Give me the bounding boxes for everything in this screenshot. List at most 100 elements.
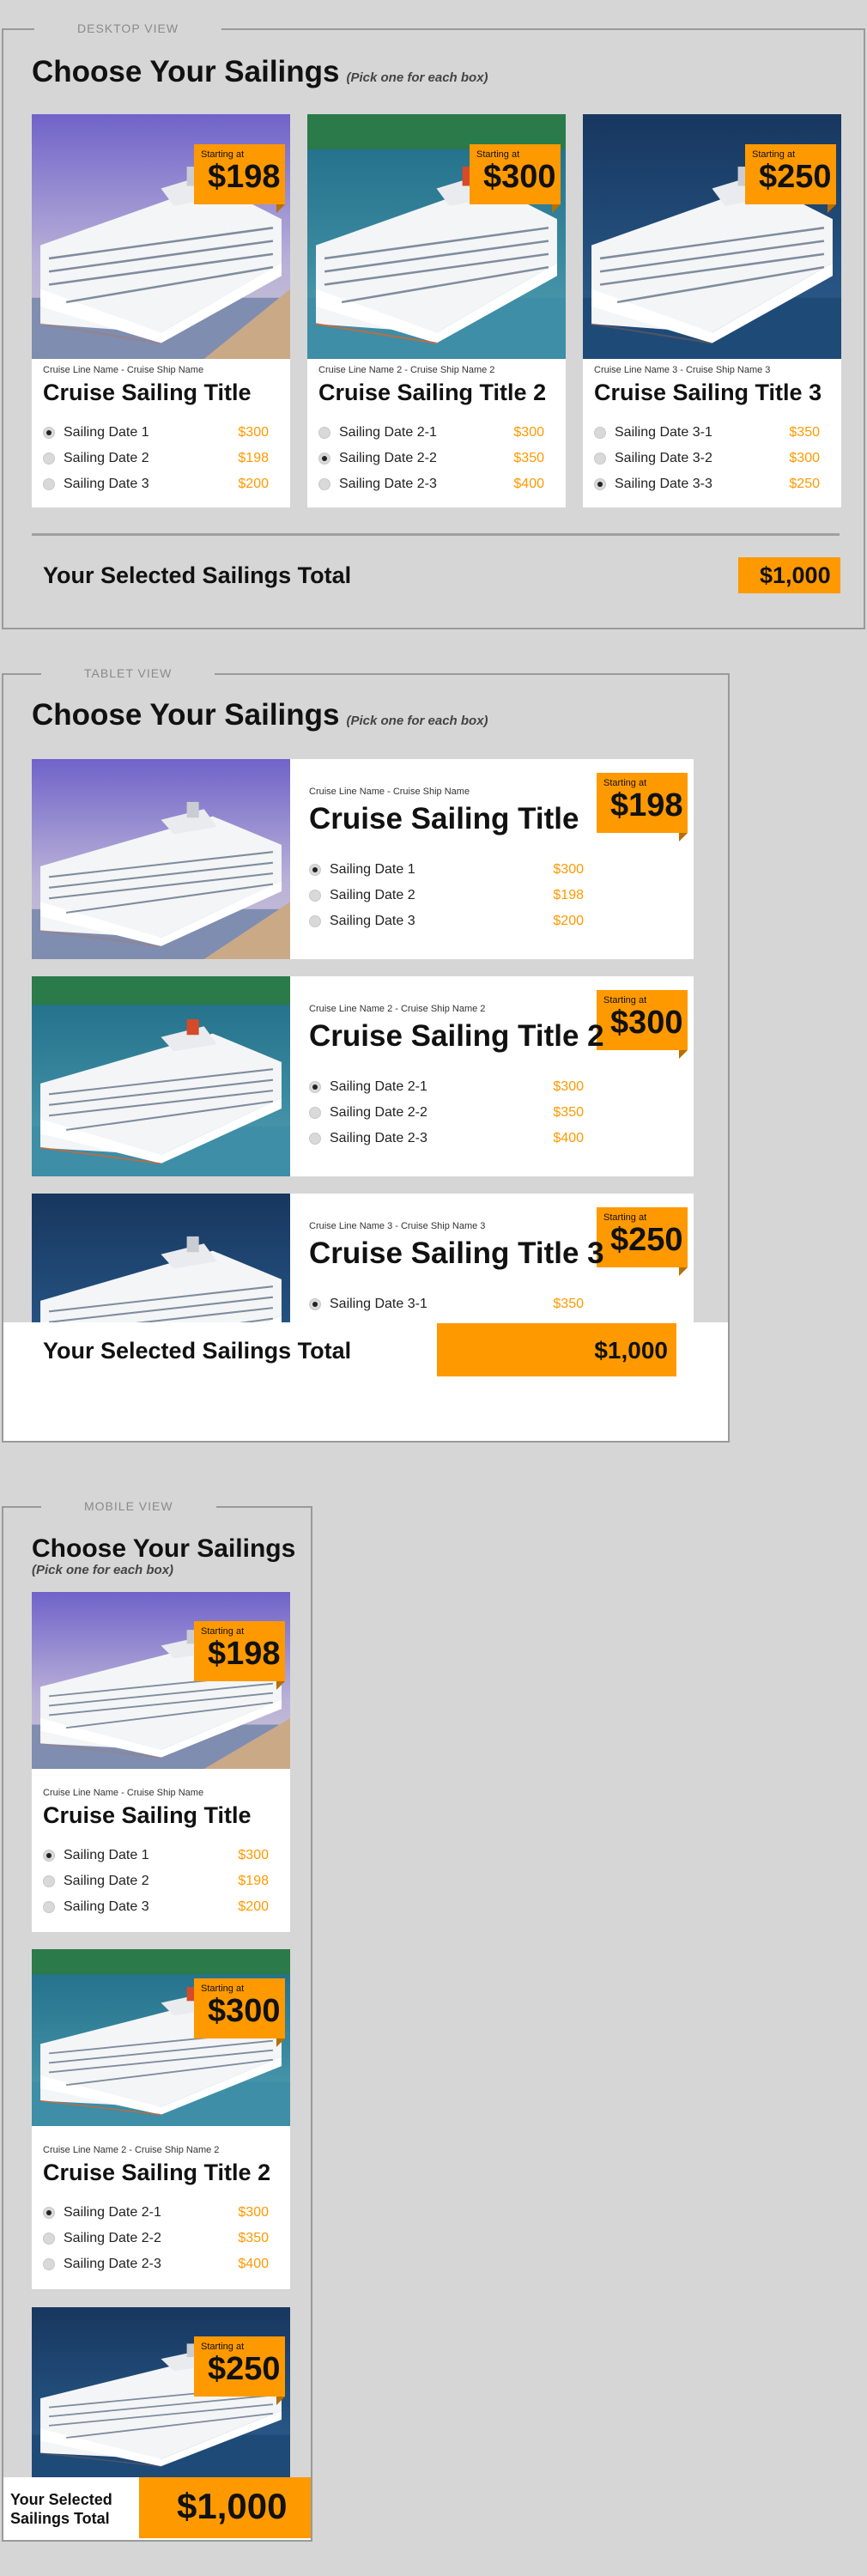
radio-button[interactable] bbox=[309, 890, 321, 902]
sailing-date-label: Sailing Date 1 bbox=[64, 1848, 149, 1862]
price-tag: Starting at $198 bbox=[194, 144, 285, 213]
sailing-date-option[interactable]: Sailing Date 3-2 $300 bbox=[594, 451, 820, 470]
mobile-page-title: Choose Your Sailings bbox=[32, 1534, 296, 1563]
total-value: $1,000 bbox=[738, 557, 840, 593]
cruise-title: Cruise Sailing Title bbox=[43, 1802, 252, 1828]
starting-price: $250 bbox=[610, 1222, 683, 1258]
sailing-date-option[interactable]: Sailing Date 2-1 $300 bbox=[318, 425, 544, 444]
sailing-date-label: Sailing Date 3 bbox=[330, 914, 415, 928]
radio-button[interactable] bbox=[43, 1850, 55, 1862]
radio-button[interactable] bbox=[43, 453, 55, 465]
radio-button[interactable] bbox=[309, 864, 321, 876]
radio-button[interactable] bbox=[43, 427, 55, 439]
sailing-date-option[interactable]: Sailing Date 1 $300 bbox=[43, 1848, 269, 1867]
cruise-line-name: Cruise Line Name - Cruise Ship Name bbox=[309, 787, 470, 797]
tablet-view-label: TABLET VIEW bbox=[41, 666, 215, 680]
radio-button[interactable] bbox=[309, 915, 321, 927]
sailing-date-option[interactable]: Sailing Date 2-1 $300 bbox=[309, 1079, 584, 1098]
radio-button[interactable] bbox=[309, 1107, 321, 1119]
sailing-date-price: $300 bbox=[553, 862, 584, 877]
radio-button[interactable] bbox=[43, 1901, 55, 1913]
sailing-date-label: Sailing Date 2 bbox=[330, 888, 415, 902]
price-tag: Starting at $300 bbox=[470, 144, 561, 213]
sailing-date-option[interactable]: Sailing Date 3-3 $250 bbox=[594, 477, 820, 495]
radio-button[interactable] bbox=[309, 1298, 321, 1310]
sailing-date-price: $300 bbox=[238, 425, 269, 440]
tablet-page-title: Choose Your Sailings (Pick one for each b… bbox=[32, 698, 488, 732]
total-label: Your Selected Sailings Total bbox=[43, 562, 352, 588]
sailing-date-price: $200 bbox=[238, 477, 269, 491]
sailing-date-option[interactable]: Sailing Date 2-2 $350 bbox=[318, 451, 544, 470]
sailing-date-price: $350 bbox=[789, 425, 820, 440]
desktop-view-label: DESKTOP VIEW bbox=[34, 21, 222, 35]
radio-button[interactable] bbox=[43, 2233, 55, 2245]
cruise-line-name: Cruise Line Name - Cruise Ship Name bbox=[43, 365, 204, 375]
sailing-date-option[interactable]: Sailing Date 2-3 $400 bbox=[43, 2257, 269, 2275]
sailing-date-price: $300 bbox=[238, 2205, 269, 2220]
sailing-date-label: Sailing Date 1 bbox=[330, 862, 415, 877]
radio-button[interactable] bbox=[318, 427, 330, 439]
sailing-date-label: Sailing Date 2-2 bbox=[339, 451, 437, 465]
sailing-date-price: $198 bbox=[553, 888, 584, 902]
sailing-date-price: $400 bbox=[513, 477, 544, 491]
sailing-date-option[interactable]: Sailing Date 3-1 $350 bbox=[594, 425, 820, 444]
mobile-cruise-card: Starting at$250Cruise Line Name 3 - Crui… bbox=[32, 2307, 290, 2477]
sailing-date-option[interactable]: Sailing Date 1 $300 bbox=[43, 425, 269, 444]
desktop-cruise-card: Starting at $300 Cruise Line Name 2 - Crui… bbox=[307, 114, 566, 507]
sailing-date-label: Sailing Date 3-1 bbox=[615, 425, 712, 440]
sailing-date-label: Sailing Date 2-2 bbox=[330, 1105, 427, 1120]
radio-button[interactable] bbox=[594, 427, 606, 439]
starting-price: $198 bbox=[610, 787, 683, 823]
sailing-date-option[interactable]: Sailing Date 3 $200 bbox=[43, 477, 269, 495]
sailing-date-option[interactable]: Sailing Date 3 $200 bbox=[309, 914, 584, 933]
page-title: Choose Your Sailings (Pick one for each b… bbox=[32, 55, 488, 88]
sailing-date-option[interactable]: Sailing Date 1 $300 bbox=[309, 862, 584, 881]
cruise-title: Cruise Sailing Title 3 bbox=[594, 380, 822, 405]
sailing-date-option[interactable]: Sailing Date 2 $198 bbox=[309, 888, 584, 907]
radio-button[interactable] bbox=[43, 1875, 55, 1887]
cruise-line-name: Cruise Line Name 2 - Cruise Ship Name 2 bbox=[309, 1004, 486, 1014]
desktop-cruise-card: Starting at $250 Cruise Line Name 3 - Crui… bbox=[583, 114, 841, 507]
sailing-date-option[interactable]: Sailing Date 2-1 $300 bbox=[43, 2205, 269, 2224]
sailing-date-option[interactable]: Sailing Date 3 $200 bbox=[43, 1899, 269, 1918]
radio-button[interactable] bbox=[594, 478, 606, 490]
sailing-date-label: Sailing Date 2 bbox=[64, 451, 149, 465]
sailing-date-option[interactable]: Sailing Date 2 $198 bbox=[43, 1874, 269, 1893]
sailing-date-option[interactable]: Sailing Date 2-3 $400 bbox=[318, 477, 544, 495]
mobile-cruise-card: Starting at $198 Cruise Line Name - Cruise… bbox=[32, 1592, 290, 1932]
radio-button[interactable] bbox=[309, 1133, 321, 1145]
radio-button[interactable] bbox=[43, 478, 55, 490]
sailing-date-label: Sailing Date 3-2 bbox=[615, 451, 712, 465]
mobile-cruise-card: Starting at $300 Cruise Line Name 2 - Crui… bbox=[32, 1949, 290, 2289]
sailing-date-label: Sailing Date 3 bbox=[64, 477, 149, 491]
cruise-title: Cruise Sailing Title 2 bbox=[309, 1019, 604, 1053]
sailing-date-option[interactable]: Sailing Date 2 $198 bbox=[43, 451, 269, 470]
starting-price: $198 bbox=[208, 159, 281, 195]
sailing-date-label: Sailing Date 3-3 bbox=[615, 477, 712, 491]
sailing-date-price: $400 bbox=[238, 2257, 269, 2271]
radio-button[interactable] bbox=[309, 1081, 321, 1093]
price-tag: Starting at $250 bbox=[745, 144, 836, 213]
sailing-date-label: Sailing Date 2-3 bbox=[339, 477, 437, 491]
starting-price: $198 bbox=[208, 1636, 281, 1672]
radio-button[interactable] bbox=[594, 453, 606, 465]
cruise-ship-image bbox=[32, 1194, 290, 1322]
mobile-total-label: Your Selected Sailings Total bbox=[10, 2491, 112, 2527]
desktop-divider bbox=[32, 533, 840, 536]
sailing-date-option[interactable]: Sailing Date 2-2 $350 bbox=[43, 2231, 269, 2250]
sailing-date-option[interactable]: Sailing Date 2-3 $400 bbox=[309, 1131, 584, 1150]
sailing-date-price: $250 bbox=[789, 477, 820, 491]
mobile-view-label: MOBILE VIEW bbox=[41, 1499, 216, 1513]
sailing-date-price: $300 bbox=[238, 1848, 269, 1862]
sailing-date-price: $300 bbox=[553, 1079, 584, 1094]
sailing-date-option[interactable]: Sailing Date 2-2 $350 bbox=[309, 1105, 584, 1124]
radio-button[interactable] bbox=[318, 478, 330, 490]
radio-button[interactable] bbox=[43, 2258, 55, 2270]
price-tag: Starting at $300 bbox=[597, 990, 688, 1059]
starting-price: $250 bbox=[208, 2351, 281, 2387]
tablet-total-value: $1,000 bbox=[437, 1323, 676, 1376]
radio-button[interactable] bbox=[43, 2207, 55, 2219]
sailing-date-label: Sailing Date 2-1 bbox=[330, 1079, 427, 1094]
radio-button[interactable] bbox=[318, 453, 330, 465]
sailing-date-option[interactable]: Sailing Date 3-1 $350 bbox=[309, 1297, 584, 1315]
